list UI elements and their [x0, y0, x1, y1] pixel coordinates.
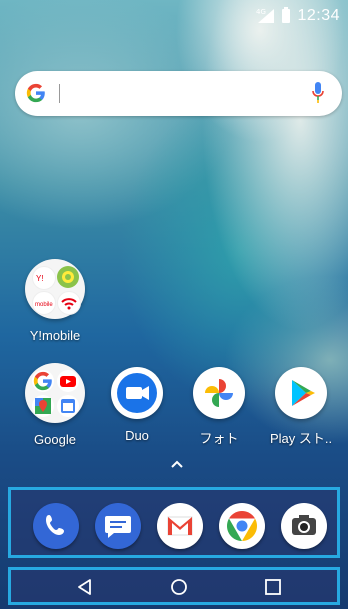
calendar-icon [57, 395, 79, 417]
wifi-icon [57, 291, 81, 315]
signal-icon [258, 9, 274, 23]
google-search-bar[interactable] [15, 71, 342, 116]
messages-icon[interactable] [95, 503, 141, 549]
settings-app-icon [57, 266, 79, 288]
google-folder-icon [25, 363, 85, 423]
photos-icon [193, 367, 245, 419]
app-label: Y!mobile [29, 328, 81, 343]
svg-text:mobile: mobile [35, 302, 53, 308]
chrome-icon[interactable] [219, 503, 265, 549]
battery-icon [282, 7, 290, 23]
app-play-store[interactable]: Play スト.. [261, 363, 341, 447]
home-icon[interactable] [169, 578, 189, 596]
google-app-icon [32, 370, 54, 392]
svg-text:Y!: Y! [36, 274, 44, 283]
app-google-folder[interactable]: Google [15, 363, 95, 447]
maps-icon [32, 395, 54, 417]
phone-icon[interactable] [33, 503, 79, 549]
status-time: 12:34 [297, 7, 340, 24]
app-duo[interactable]: Duo [97, 363, 177, 443]
status-bar: 4G 12:34 [0, 0, 348, 30]
camera-icon[interactable] [281, 503, 327, 549]
microphone-icon[interactable] [311, 81, 325, 105]
dock [8, 487, 340, 558]
gmail-icon[interactable] [157, 503, 203, 549]
search-cursor [59, 84, 60, 103]
app-label: フォト [199, 431, 239, 446]
app-drawer-chevron-up-icon[interactable] [170, 459, 184, 469]
ymobile-folder-icon: Y! mobile [25, 259, 85, 319]
app-label: Google [34, 432, 76, 447]
app-ymobile-folder[interactable]: Y! mobile Y!mobile [15, 259, 95, 343]
google-g-icon [26, 83, 45, 103]
app-photos[interactable]: フォト [179, 363, 259, 447]
youtube-icon [57, 370, 79, 392]
recents-icon[interactable] [263, 578, 283, 596]
home-screen: 4G 12:34 Y! mobile Y!mobile Google Duo フ… [0, 0, 348, 609]
navigation-bar [8, 567, 340, 605]
ymobile-icon: Y! [32, 266, 56, 290]
ymobile-service-icon: mobile [32, 291, 56, 315]
back-icon[interactable] [75, 578, 95, 596]
app-label: Play スト.. [269, 431, 333, 446]
play-store-icon [275, 367, 327, 419]
app-label: Duo [125, 428, 149, 443]
duo-icon [111, 367, 163, 419]
